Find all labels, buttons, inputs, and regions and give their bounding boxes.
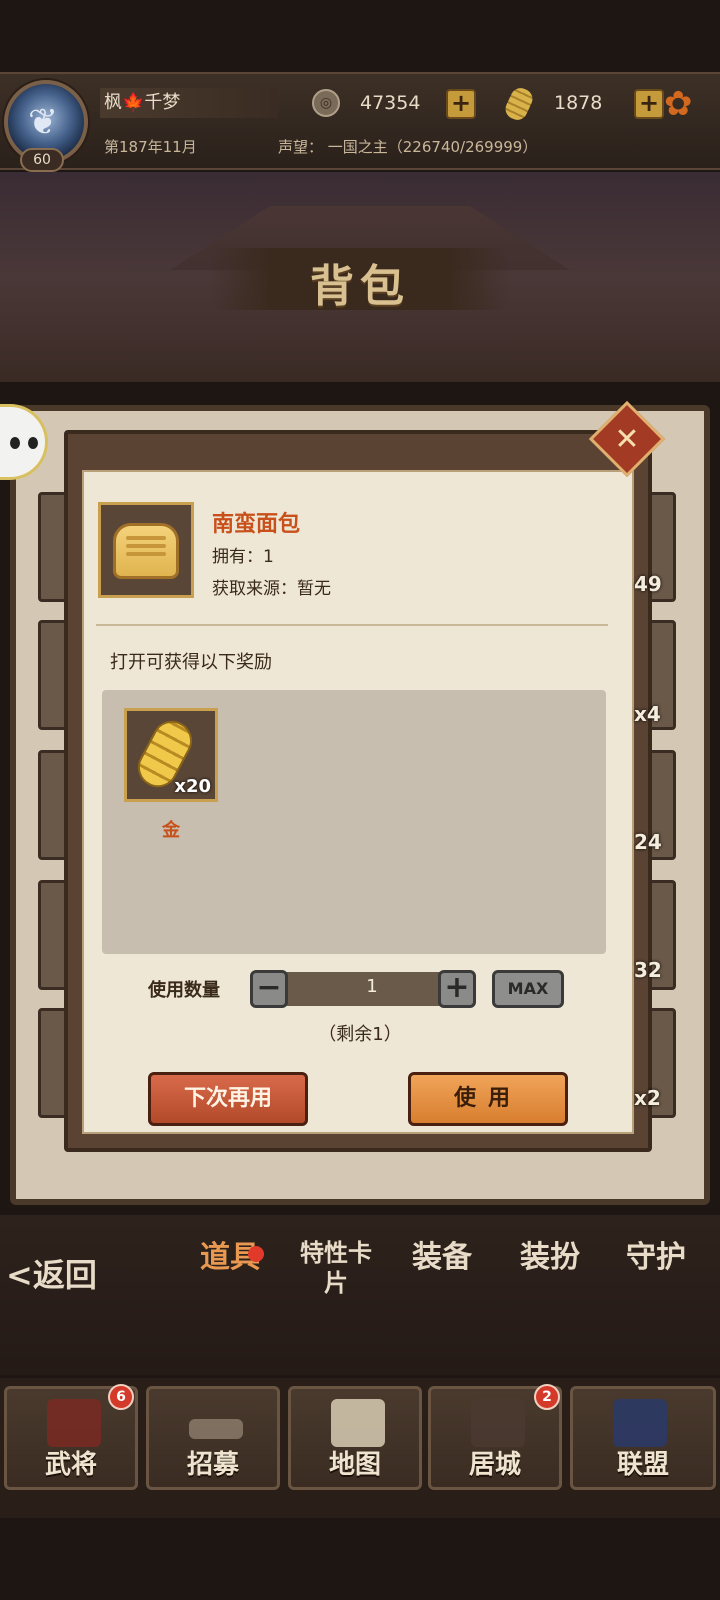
inventory-count: 32 — [634, 958, 662, 982]
tab-outfits[interactable]: 装扮 — [504, 1232, 596, 1324]
gold-coin-icon: ◎ — [312, 89, 340, 117]
nav-label: 地图 — [328, 1450, 381, 1480]
nav-label: 联盟 — [616, 1450, 669, 1480]
game-date: 第187年11月 — [104, 138, 197, 156]
nav-alliance[interactable]: 联盟 — [570, 1386, 716, 1490]
player-level-badge: 60 — [20, 148, 64, 172]
inventory-count: 49 — [634, 572, 662, 596]
scroll-map-icon — [331, 1399, 385, 1447]
tab-trait-cards[interactable]: 特性卡片 — [290, 1232, 382, 1324]
item-source: 获取来源：暂无 — [212, 579, 331, 599]
tab-equipment[interactable]: 装备 — [396, 1232, 488, 1324]
inventory-count: x2 — [634, 1086, 661, 1110]
nav-map[interactable]: 地图 — [288, 1386, 422, 1490]
banner-icon — [613, 1399, 667, 1447]
remaining-count: （剩余1） — [318, 1024, 402, 1045]
fame-status: 声望： 一国之主（226740/269999） — [278, 138, 538, 156]
castle-icon — [471, 1399, 525, 1447]
tab-items[interactable]: 道具 — [184, 1232, 276, 1324]
bread-icon — [113, 523, 179, 579]
tab-guardian[interactable]: 守护 — [610, 1232, 702, 1324]
decrease-button[interactable]: − — [250, 970, 288, 1008]
nav-label: 武将 — [44, 1450, 97, 1480]
max-button[interactable]: MAX — [492, 970, 564, 1008]
panda-eye — [10, 437, 20, 449]
close-icon[interactable]: ✕ — [600, 414, 654, 468]
notification-dot — [248, 1246, 264, 1262]
reward-item-frame[interactable]: x20 — [124, 708, 218, 802]
page-title: 背包 — [310, 261, 410, 312]
add-gold-button[interactable]: + — [446, 89, 476, 119]
use-later-button[interactable]: 下次再用 — [148, 1072, 308, 1126]
add-koban-button[interactable]: + — [634, 89, 664, 119]
reward-heading: 打开可获得以下奖励 — [110, 652, 272, 673]
gold-value: 47354 — [360, 92, 421, 114]
nav-badge: 2 — [534, 1384, 560, 1410]
footer-strip — [0, 1520, 720, 1600]
reward-name: 金 — [162, 820, 180, 841]
inventory-count: x4 — [634, 702, 661, 726]
divider — [96, 624, 608, 626]
nav-recruit[interactable]: 招募 — [146, 1386, 280, 1490]
use-button[interactable]: 使用 — [408, 1072, 568, 1126]
item-icon-frame — [98, 502, 194, 598]
quantity-label: 使用数量 — [148, 980, 220, 1001]
player-name: 枫🍁千梦 — [100, 88, 278, 118]
inventory-count: 24 — [634, 830, 662, 854]
panda-eye — [28, 437, 38, 449]
phoenix-emblem-icon: ❦ — [28, 102, 59, 143]
quantity-value[interactable]: 1 — [322, 976, 422, 997]
item-name: 南蛮面包 — [212, 512, 301, 537]
koban-value: 1878 — [554, 92, 603, 114]
katana-icon — [189, 1419, 243, 1439]
reward-quantity: x20 — [174, 776, 211, 797]
samurai-helmet-icon — [47, 1399, 101, 1447]
nav-badge: 6 — [108, 1384, 134, 1410]
back-button[interactable]: <返回 — [6, 1250, 97, 1296]
item-owned-count: 拥有：1 — [212, 547, 274, 567]
nav-label: 居城 — [468, 1450, 521, 1480]
maple-leaf-icon: ✿ — [664, 84, 693, 124]
nav-label: 招募 — [186, 1450, 239, 1480]
increase-button[interactable]: + — [438, 970, 476, 1008]
